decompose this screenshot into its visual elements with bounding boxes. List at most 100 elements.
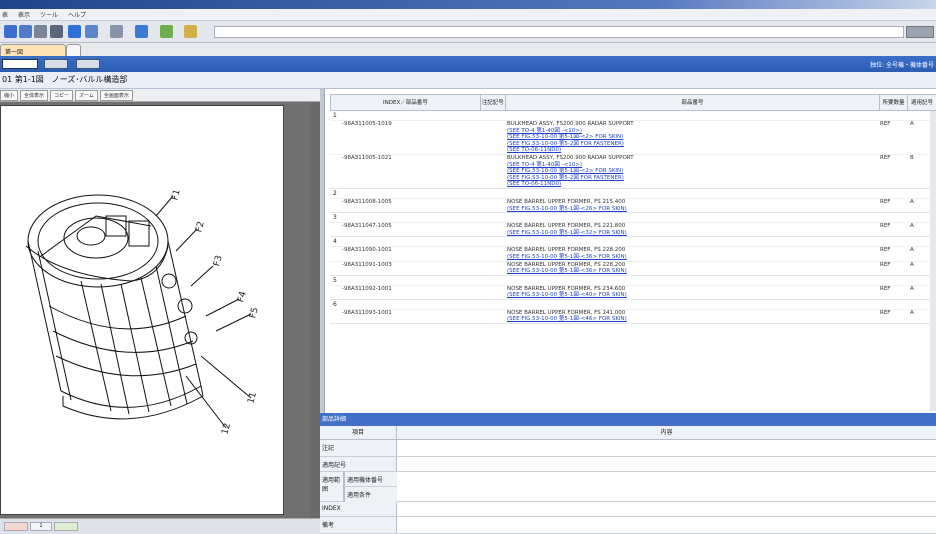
detail-title: 部品詳細 [322, 416, 347, 423]
table-row[interactable]: -98A311093-1001 NOSE BARREL UPPER FORMER,… [330, 308, 936, 323]
address-field[interactable] [214, 26, 904, 38]
menu-view[interactable]: 表示 [18, 10, 30, 19]
header-note[interactable]: 注記記号 [481, 95, 506, 110]
folder-icon[interactable] [184, 25, 197, 38]
cross-reference-link[interactable]: (SEE FIG.53-10-00 第5-2図 FOR FASTENER) [507, 141, 880, 148]
page-box-left[interactable] [4, 522, 28, 531]
status-bar: 1 [0, 518, 320, 534]
table-row[interactable]: -98A311047-1005 NOSE BARREL UPPER FORMER,… [330, 222, 936, 236]
quantity-cell: REF [880, 309, 891, 316]
detail-label: INDEX [320, 502, 397, 516]
parts-list-pane: INDEX／部品番号 注記記号 部品番号 所要数量 適用記号 1 -98A3110… [324, 89, 936, 413]
zoom-button[interactable]: ズーム [75, 90, 98, 101]
table-row[interactable]: -98A311090-1001 NOSE BARREL UPPER FORMER,… [330, 246, 936, 260]
part-description: NOSE BARREL UPPER FORMER, FS 215.400 (SEE… [497, 199, 880, 212]
index-group: 5 -98A311092-1001 NOSE BARREL UPPER FORMER… [330, 276, 936, 300]
menu-file[interactable]: 表 [2, 10, 8, 19]
detail-row-index: INDEX [320, 502, 936, 517]
fit-button[interactable]: 全体表示 [20, 90, 49, 101]
header-applicability[interactable]: 適用記号 [908, 95, 936, 110]
cross-reference-link[interactable]: (SEE FIG.53-10-00 第5-1図-<46> FOR SKIN) [507, 316, 880, 323]
quantity-cell: REF [880, 154, 891, 161]
tab-label: 第一図 [5, 49, 24, 56]
part-description: NOSE BARREL UPPER FORMER, FS 228.200 (SEE… [497, 247, 880, 260]
index-group: 6 -98A311093-1001 NOSE BARREL UPPER FORMER… [330, 300, 936, 325]
part-number: -98A311005-1021 [342, 154, 392, 161]
index-number: 5 [333, 276, 337, 284]
index-number: 6 [333, 300, 337, 308]
part-number: -98A311090-1001 [342, 247, 392, 254]
part-number: -98A311005-1019 [342, 121, 392, 127]
arrow-icon[interactable] [135, 25, 148, 38]
detail-title-bar: 部品詳細 [320, 413, 936, 426]
aircraft-scope-label: 独位: 全号機・機体番号 [870, 62, 934, 69]
part-nomenclature: BULKHEAD ASSY, FS200.900 RADAR SUPPORT [507, 154, 634, 161]
index-number: 2 [333, 189, 337, 197]
part-number: -98A311008-1005 [342, 198, 392, 205]
next-button[interactable] [76, 59, 100, 69]
grid-icon[interactable] [110, 25, 123, 38]
cross-reference-link[interactable]: (SEE FIG.53-10-00 第5-1図-<26> FOR SKIN) [507, 206, 880, 213]
part-description: NOSE BARREL UPPER FORMER, FS 221.800 (SEE… [497, 223, 880, 236]
back-icon[interactable] [4, 25, 17, 38]
cross-reference-link[interactable]: (SEE FIG.53-10-00 第5-1図-<2> FOR SKIN) [507, 168, 880, 175]
table-row[interactable]: -98A311005-1019 BULKHEAD ASSY, FS200.900 … [330, 120, 936, 154]
part-description: NOSE BARREL UPPER FORMER, FS 241.000 (SEE… [497, 310, 880, 323]
cross-reference-link[interactable]: (SEE TO-06-11ND0) [507, 181, 880, 188]
table-row[interactable]: -98A311005-1021 BULKHEAD ASSY, FS200.900 … [330, 153, 936, 188]
cross-reference-link[interactable]: (SEE TO-06-11ND0) [507, 147, 880, 154]
part-description: BULKHEAD ASSY, FS200.900 RADAR SUPPORT (S… [497, 155, 880, 188]
header-index[interactable]: INDEX／部品番号 [331, 95, 481, 110]
figure-viewer[interactable]: F1 F2 F3 F4 F5 11 12 [0, 102, 320, 518]
fullscreen-button[interactable]: 全画面表示 [99, 90, 133, 101]
quantity-cell: REF [880, 198, 891, 205]
index-number: 3 [333, 214, 337, 222]
detail-row-range: 適用範囲 適用機体番号 適用条件 [320, 472, 936, 502]
table-row[interactable]: -98A311008-1005 NOSE BARREL UPPER FORMER,… [330, 197, 936, 212]
table-row[interactable]: -98A311092-1001 NOSE BARREL UPPER FORMER,… [330, 284, 936, 299]
cross-reference-link[interactable]: (SEE FIG.53-10-00 第5-2図 FOR FASTENER) [507, 175, 880, 182]
copy-button[interactable]: コピー [50, 90, 74, 101]
parts-scrollbar[interactable] [930, 111, 936, 411]
detail-row-applicability: 適用記号 [320, 457, 936, 472]
green-icon[interactable] [160, 25, 173, 38]
menu-tools[interactable]: ツール [40, 10, 58, 19]
move-icon[interactable] [68, 25, 81, 38]
cross-reference-link[interactable]: (SEE FIG.53-10-00 第5-1図-<2> FOR SKIN) [507, 134, 880, 141]
detail-header: 項目 内容 [320, 426, 936, 440]
page-box-right[interactable] [54, 522, 78, 531]
viewer-scrollbar[interactable] [310, 102, 320, 518]
part-number: -98A311092-1001 [342, 285, 392, 292]
page-number[interactable]: 1 [30, 522, 52, 531]
figure-sheet[interactable]: F1 F2 F3 F4 F5 11 12 [0, 105, 284, 515]
cross-reference-link[interactable]: (SEE FIG.53-10-00 第5-1図-<36> FOR SKIN) [507, 254, 880, 261]
cross-reference-link[interactable]: (SEE FIG.53-10-00 第5-1図-<36> FOR SKIN) [507, 268, 880, 275]
menu-help[interactable]: ヘルプ [68, 10, 86, 19]
cross-reference-link[interactable]: (SEE FIG.53-10-00 第5-1図-<32> FOR SKIN) [507, 230, 880, 237]
quantity-cell: REF [880, 247, 891, 254]
figure-number-input[interactable] [2, 59, 38, 69]
parts-table-body: 1 -98A311005-1019 BULKHEAD ASSY, FS200.900… [330, 111, 936, 411]
index-number: 1 [333, 112, 337, 119]
header-part-number[interactable]: 部品番号 [506, 95, 881, 110]
go-button[interactable] [906, 26, 934, 38]
part-description: NOSE BARREL UPPER FORMER, FS 228.200 (SEE… [497, 262, 880, 275]
print-icon[interactable] [34, 25, 47, 38]
shrink-button[interactable]: 縮小 [0, 90, 19, 101]
tab-figure[interactable]: 第一図 [0, 44, 66, 56]
home-icon[interactable] [85, 25, 98, 38]
tab-strip: 第一図 [0, 43, 936, 56]
tab-new[interactable] [66, 44, 81, 56]
part-nomenclature: BULKHEAD ASSY, FS200.900 RADAR SUPPORT [507, 121, 634, 127]
gear-icon[interactable] [50, 25, 63, 38]
detail-row-note: 注記 [320, 440, 936, 457]
table-row[interactable]: -98A311091-1003 NOSE BARREL UPPER FORMER,… [330, 260, 936, 275]
index-number: 4 [333, 238, 337, 246]
part-nomenclature: NOSE BARREL UPPER FORMER, FS 228.200 [507, 247, 626, 254]
quantity-cell: REF [880, 223, 891, 230]
cross-reference-link[interactable]: (SEE FIG.53-10-00 第5-1図-<40> FOR SKIN) [507, 292, 880, 299]
prev-button[interactable] [44, 59, 68, 69]
header-quantity[interactable]: 所要数量 [880, 95, 909, 110]
app-window: 表 表示 ツール ヘルプ 第一図 独位: 全号機・機体番号 01 第1-1図 ノ… [0, 0, 936, 534]
disk-icon[interactable] [19, 25, 32, 38]
